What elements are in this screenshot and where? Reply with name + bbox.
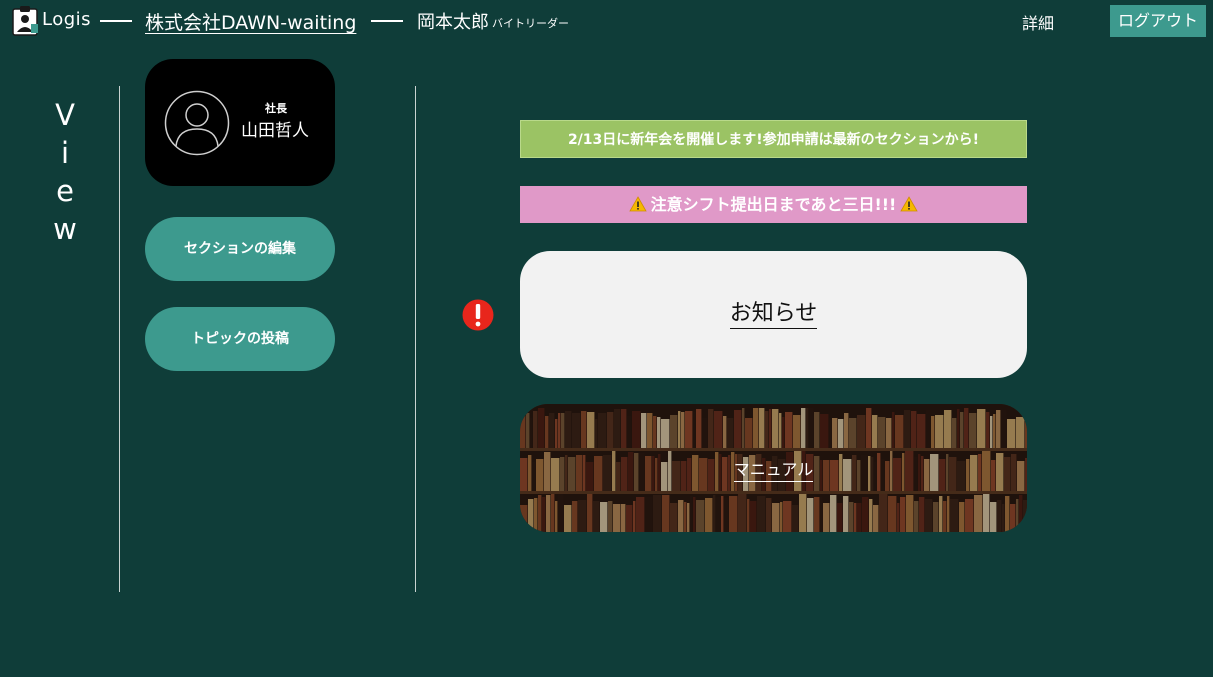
- profile-title: 社長: [265, 102, 287, 115]
- detail-link[interactable]: 詳細: [1022, 10, 1054, 34]
- edit-section-button[interactable]: セクションの編集: [145, 217, 335, 281]
- logout-button[interactable]: ログアウト: [1110, 5, 1206, 37]
- company-link[interactable]: 株式会社DAWN-waiting: [145, 8, 356, 35]
- view-letter: V: [55, 98, 75, 132]
- notice-label-text: お知らせ: [729, 301, 818, 329]
- profile-name: 山田哲人: [241, 121, 309, 141]
- manual-card[interactable]: マニュアル: [520, 404, 1027, 532]
- user-avatar-icon: [164, 90, 230, 156]
- column-divider: [415, 86, 416, 592]
- manual-label-text: マニュアル: [733, 460, 814, 482]
- manual-label: マニュアル: [520, 456, 1027, 482]
- post-topic-button[interactable]: トピックの投稿: [145, 307, 335, 371]
- notice-label: お知らせ: [520, 295, 1027, 329]
- announcement-banner: 2/13日に新年会を開催します!参加申請は最新のセクションから!: [520, 120, 1027, 158]
- header-separator: [100, 20, 132, 22]
- top-bar: Logis 株式会社DAWN-waiting 岡本太郎 バイトリーダー 詳細 ロ…: [0, 0, 1213, 42]
- user-role: バイトリーダー: [492, 17, 569, 30]
- warning-banner: 注意シフト提出日まであと三日!!!: [520, 186, 1027, 223]
- warning-text: 注意シフト提出日まであと三日!!!: [650, 195, 897, 214]
- user-name: 岡本太郎: [417, 12, 489, 33]
- clipboard-person-icon[interactable]: [12, 5, 40, 36]
- warning-triangle-icon: [628, 196, 647, 212]
- app-name: Logis: [42, 9, 92, 30]
- view-letter: i: [60, 136, 70, 170]
- header-separator: [371, 20, 403, 22]
- column-divider: [119, 86, 120, 592]
- profile-card: 社長 山田哲人: [145, 59, 335, 186]
- notice-card[interactable]: お知らせ: [520, 251, 1027, 378]
- exclamation-alert-icon: [462, 299, 494, 331]
- warning-triangle-icon: [900, 196, 919, 212]
- view-letter: e: [56, 174, 74, 208]
- view-letter: w: [53, 212, 77, 246]
